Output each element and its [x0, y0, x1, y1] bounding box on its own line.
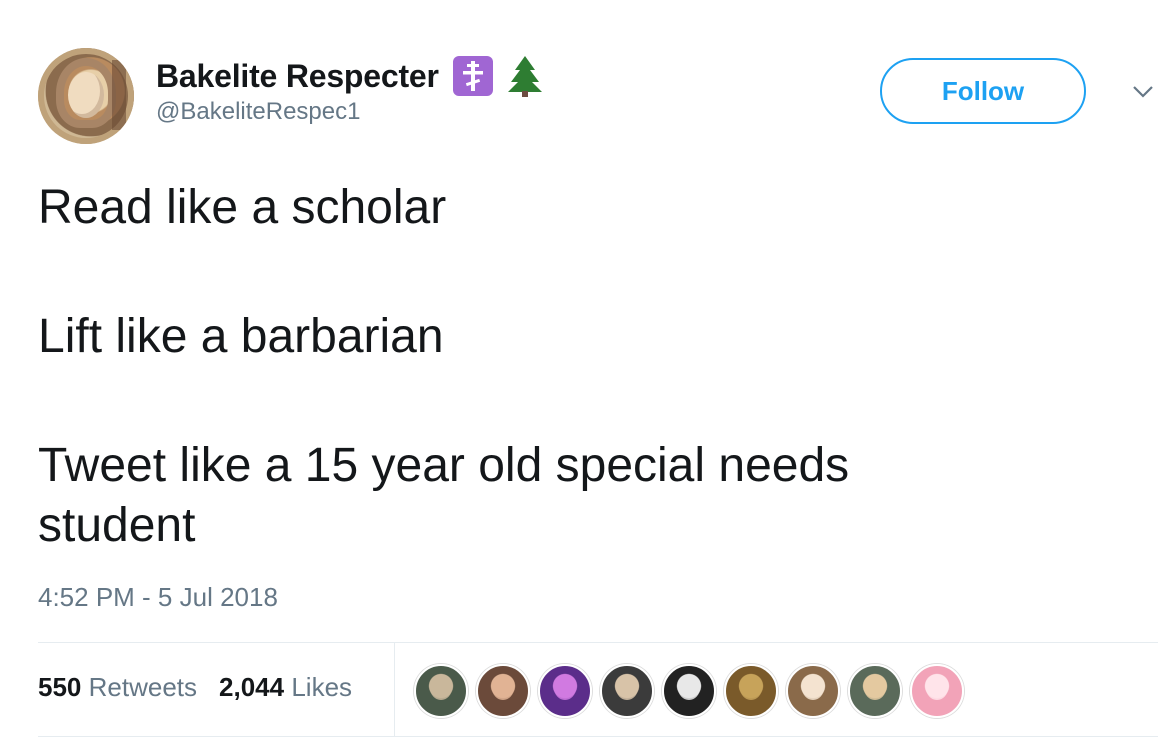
display-name[interactable]: Bakelite Respecter — [156, 58, 439, 95]
retweets-stat[interactable]: 550 Retweets — [38, 672, 197, 703]
likes-label: Likes — [291, 672, 353, 702]
chevron-down-icon[interactable] — [1130, 78, 1156, 104]
christmas-tree-icon — [505, 54, 545, 98]
liker-avatar-7[interactable] — [786, 664, 840, 718]
liker-avatar-face — [430, 676, 452, 700]
avatar[interactable] — [38, 48, 134, 144]
liker-avatar-face — [740, 676, 762, 700]
tweet-stats: 550 Retweets 2,044 Likes — [38, 672, 374, 703]
tweet-line-3: Tweet like a 15 year old special needs — [38, 439, 850, 492]
follow-button[interactable]: Follow — [880, 58, 1086, 124]
retweets-count: 550 — [38, 672, 82, 702]
liker-avatar-face — [802, 676, 824, 700]
tweet-text: Read like a scholar Lift like a barbaria… — [38, 178, 1138, 556]
liker-avatar-4[interactable] — [600, 664, 654, 718]
liker-avatar-face — [616, 676, 638, 700]
liker-avatar-3[interactable] — [538, 664, 592, 718]
liker-avatars — [414, 664, 972, 718]
liker-avatar-1[interactable] — [414, 664, 468, 718]
avatar-border — [112, 60, 126, 130]
tweet-timestamp[interactable]: 4:52 PM - 5 Jul 2018 — [38, 582, 278, 613]
divider-bottom — [38, 736, 1158, 737]
name-row: Bakelite Respecter — [156, 54, 545, 98]
liker-avatar-2[interactable] — [476, 664, 530, 718]
stats-separator — [394, 642, 395, 736]
liker-avatar-8[interactable] — [848, 664, 902, 718]
avatar-face — [68, 72, 104, 118]
liker-avatar-5[interactable] — [662, 664, 716, 718]
liker-avatar-face — [678, 676, 700, 700]
liker-avatar-face — [926, 676, 948, 700]
divider-top — [38, 642, 1158, 643]
liker-avatar-face — [492, 676, 514, 700]
likes-count: 2,044 — [219, 672, 285, 702]
tweet-header: Bakelite Respecter @BakeliteRespec1 Foll… — [38, 48, 1158, 148]
liker-avatar-face — [554, 676, 576, 700]
tweet-line-1: Read like a scholar — [38, 181, 447, 234]
tweet-line-2: Lift like a barbarian — [38, 310, 444, 363]
likes-stat[interactable]: 2,044 Likes — [219, 672, 352, 703]
orthodox-cross-icon — [452, 56, 493, 96]
liker-avatar-face — [864, 676, 886, 700]
liker-avatar-6[interactable] — [724, 664, 778, 718]
tweet-line-4: student — [38, 499, 196, 552]
user-handle[interactable]: @BakeliteRespec1 — [156, 98, 360, 126]
liker-avatar-9[interactable] — [910, 664, 964, 718]
retweets-label: Retweets — [88, 672, 198, 702]
